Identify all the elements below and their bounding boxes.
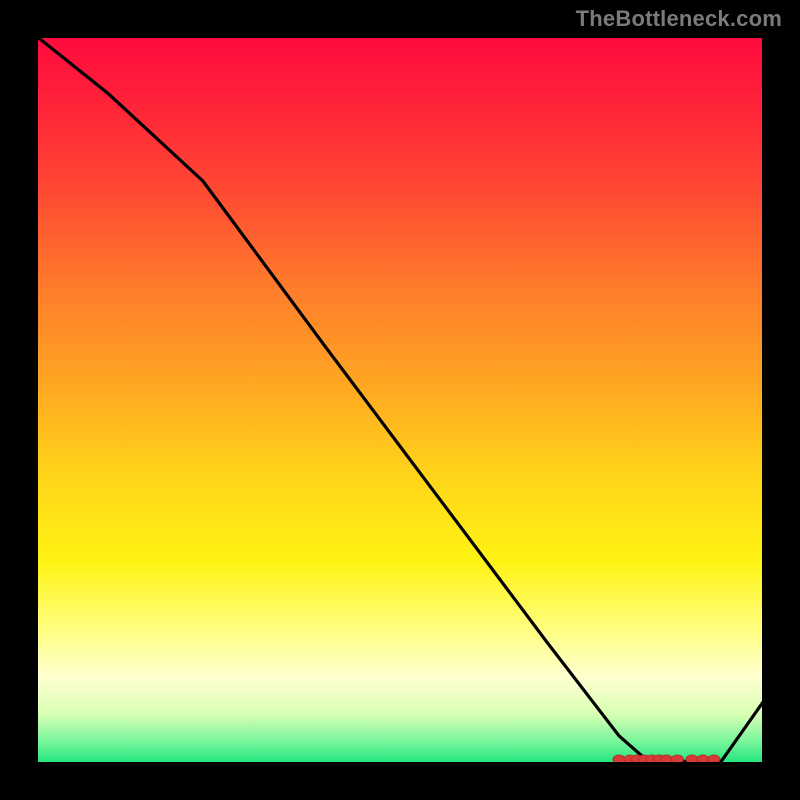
chart-svg [35,35,765,765]
line-series [35,35,765,761]
chart-frame: TheBottleneck.com [0,0,800,800]
marker-dot [697,755,709,763]
marker-dot [708,755,720,763]
marker-dot [661,755,673,763]
watermark-text: TheBottleneck.com [576,6,782,32]
marker-dot [613,755,625,763]
marker-cluster [613,755,720,763]
marker-dot [686,755,698,763]
plot-area [35,35,765,765]
marker-dot [671,755,683,763]
